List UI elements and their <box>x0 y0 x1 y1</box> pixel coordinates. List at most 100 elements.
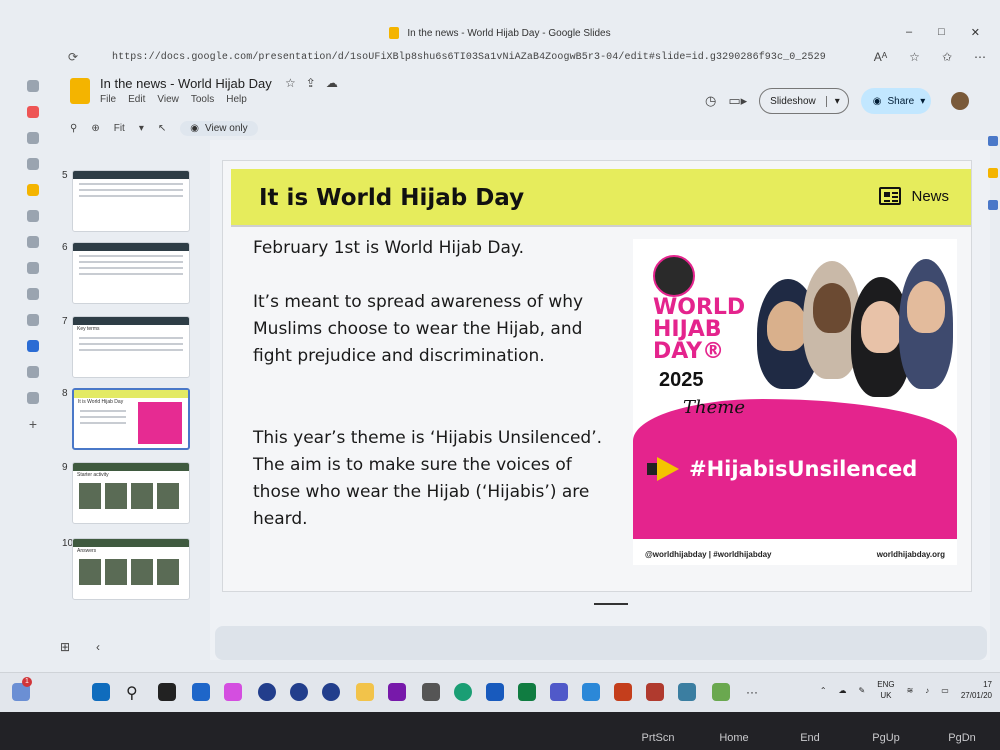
store-icon[interactable] <box>192 683 210 701</box>
add-icon[interactable]: + <box>27 417 39 431</box>
thumb-header <box>74 390 188 398</box>
chevron-down-icon[interactable]: ▾ <box>825 95 848 107</box>
slide-header-band: It is World Hijab Day News <box>231 169 971 227</box>
menu-edit[interactable]: Edit <box>128 94 145 105</box>
app-icon[interactable] <box>27 184 39 196</box>
slide: It is World Hijab Day News February 1st … <box>222 160 972 592</box>
app-icon[interactable] <box>27 288 39 300</box>
url-field[interactable]: https://docs.google.com/presentation/d/1… <box>112 52 826 63</box>
youtube-icon[interactable] <box>27 106 39 118</box>
thumb-header <box>73 317 189 325</box>
document-title[interactable]: In the news - World Hijab Day <box>100 76 272 91</box>
onenote-icon[interactable] <box>388 683 406 701</box>
thumb-poster <box>138 402 182 444</box>
battery-icon[interactable]: ▭ <box>941 686 949 695</box>
maximize-button[interactable]: □ <box>938 26 945 39</box>
menu-view[interactable]: View <box>157 94 179 105</box>
chevron-up-icon[interactable]: ⌃ <box>820 686 827 695</box>
view-only-button[interactable]: ◉ View only <box>180 120 258 136</box>
face-photo <box>767 301 807 351</box>
slideshow-label: Slideshow <box>770 95 816 107</box>
app-icon[interactable] <box>646 683 664 701</box>
move-icon[interactable]: ⇪ <box>306 76 316 90</box>
powerpoint-icon[interactable] <box>614 683 632 701</box>
cloud-status-icon[interactable]: ☁ <box>326 76 338 90</box>
task-view-icon[interactable] <box>158 683 176 701</box>
clock[interactable]: 17 27/01/20 <box>961 679 992 701</box>
app-icon[interactable] <box>27 392 39 404</box>
copilot-icon[interactable] <box>224 683 242 701</box>
app-sb-icon[interactable] <box>322 683 340 701</box>
taskbar-more-icon[interactable]: ··· <box>746 685 758 699</box>
calendar-icon[interactable] <box>988 136 998 146</box>
todo-icon[interactable] <box>582 683 600 701</box>
app-icon[interactable] <box>27 340 39 352</box>
poster-social-handle: @worldhijabday | #worldhijabday <box>645 550 772 559</box>
app-icon[interactable] <box>27 366 39 378</box>
more-options-icon[interactable]: ⋯ <box>974 50 986 64</box>
slide-thumbnail[interactable]: Starter activity <box>72 462 190 524</box>
share-button[interactable]: ◉ Share ▾ <box>860 88 932 114</box>
search-menus-icon[interactable]: ⚲ <box>70 123 77 134</box>
word-icon[interactable] <box>486 683 504 701</box>
avatar[interactable] <box>951 92 970 110</box>
zoom-chevron-icon[interactable]: ▾ <box>139 123 144 134</box>
file-explorer-icon[interactable] <box>356 683 374 701</box>
app-icon[interactable] <box>712 683 730 701</box>
favorite-star-icon[interactable]: ☆ <box>909 50 920 64</box>
close-button[interactable]: ✕ <box>971 26 980 39</box>
excel-icon[interactable] <box>518 683 536 701</box>
cloud-icon[interactable]: ☁ <box>839 686 847 695</box>
edge-icon[interactable] <box>454 683 472 701</box>
poster-footer: @worldhijabday | #worldhijabday worldhij… <box>633 539 957 565</box>
video-call-icon[interactable]: ▭▸ <box>728 93 747 109</box>
star-icon[interactable]: ☆ <box>285 76 296 90</box>
app-icon[interactable] <box>27 262 39 274</box>
thumb-line <box>79 183 183 185</box>
app-icon[interactable] <box>678 683 696 701</box>
slideshow-button[interactable]: Slideshow ▾ <box>759 88 849 114</box>
volume-icon[interactable]: ♪ <box>925 686 929 695</box>
wifi-icon[interactable]: ≋ <box>907 686 914 695</box>
app-icon[interactable] <box>27 314 39 326</box>
start-icon[interactable] <box>92 683 110 701</box>
slide-thumbnail[interactable]: Answers <box>72 538 190 600</box>
menu-help[interactable]: Help <box>226 94 247 105</box>
read-aloud-icon[interactable]: Aᴬ <box>874 50 887 64</box>
panel-resize-handle[interactable] <box>594 603 628 605</box>
slide-thumbnail-active[interactable]: It is World Hijab Day <box>72 388 190 450</box>
favorites-icon[interactable]: ✩ <box>942 50 952 64</box>
speaker-notes-bar[interactable] <box>215 626 987 660</box>
slide-thumbnail[interactable]: Key terms <box>72 316 190 378</box>
zoom-select[interactable]: Fit <box>114 123 125 134</box>
share-chevron-icon[interactable]: ▾ <box>920 96 925 107</box>
calculator-icon[interactable] <box>422 683 440 701</box>
minimize-button[interactable]: – <box>906 26 912 39</box>
teams-icon[interactable] <box>550 683 568 701</box>
app-icon[interactable] <box>27 80 39 92</box>
tasks-icon[interactable] <box>988 200 998 210</box>
app-icon[interactable] <box>27 132 39 144</box>
thumb-line <box>79 337 183 339</box>
slide-thumbnail[interactable] <box>72 242 190 304</box>
pen-icon[interactable]: ✎ <box>859 686 866 695</box>
app-sb-icon[interactable] <box>258 683 276 701</box>
search-icon[interactable]: ⚲ <box>126 683 138 703</box>
slides-logo-icon[interactable] <box>70 78 90 104</box>
refresh-icon[interactable]: ⟳ <box>68 50 82 64</box>
app-icon[interactable] <box>27 158 39 170</box>
grid-view-icon[interactable]: ⊞ <box>60 640 70 654</box>
app-icon[interactable] <box>27 210 39 222</box>
zoom-icon[interactable]: ⊕ <box>91 123 99 134</box>
app-sb-icon[interactable] <box>290 683 308 701</box>
history-icon[interactable]: ◷ <box>705 93 716 109</box>
slide-thumbnail[interactable] <box>72 170 190 232</box>
menu-file[interactable]: File <box>100 94 116 105</box>
app-icon[interactable] <box>27 236 39 248</box>
window-controls: – □ ✕ <box>906 26 980 39</box>
collapse-panel-icon[interactable]: ‹ <box>96 640 100 654</box>
language-indicator[interactable]: ENG UK <box>877 679 894 701</box>
keep-icon[interactable] <box>988 168 998 178</box>
pointer-icon[interactable]: ↖ <box>158 123 166 134</box>
menu-tools[interactable]: Tools <box>191 94 214 105</box>
